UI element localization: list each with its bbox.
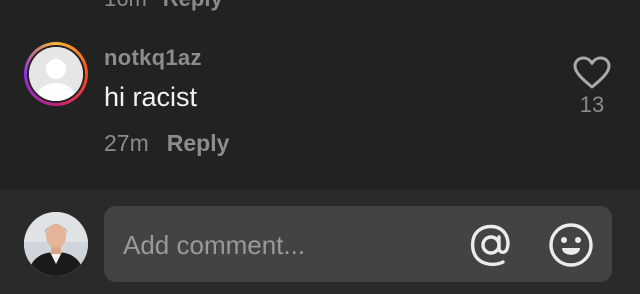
previous-comment-reply-button[interactable]: Reply (163, 0, 223, 12)
comments-screen: 16m Reply notkq1az hi racist 27m Reply (0, 0, 640, 294)
heart-icon (573, 56, 611, 89)
previous-comment-time: 16m (104, 0, 147, 12)
smiley-icon (549, 223, 593, 267)
comment-meta: 27m Reply (104, 130, 229, 157)
comment-input-container (104, 206, 612, 282)
at-sign-icon (470, 224, 510, 267)
previous-comment-meta: 16m Reply (104, 0, 223, 12)
comment-time: 27m (104, 130, 149, 156)
comment-input[interactable] (121, 220, 445, 270)
comment-item: notkq1az hi racist 27m Reply 13 (0, 38, 640, 178)
like-button[interactable]: 13 (570, 56, 614, 118)
comment-username[interactable]: notkq1az (104, 45, 202, 71)
mention-button[interactable] (466, 220, 516, 270)
default-user-icon (29, 47, 83, 101)
comment-text: hi racist (104, 82, 198, 112)
current-user-avatar (24, 212, 88, 276)
reply-button[interactable]: Reply (167, 130, 230, 157)
like-count: 13 (579, 92, 605, 117)
commenter-avatar[interactable] (24, 42, 88, 106)
emoji-button[interactable] (546, 220, 596, 270)
comment-composer-bar (0, 190, 640, 294)
